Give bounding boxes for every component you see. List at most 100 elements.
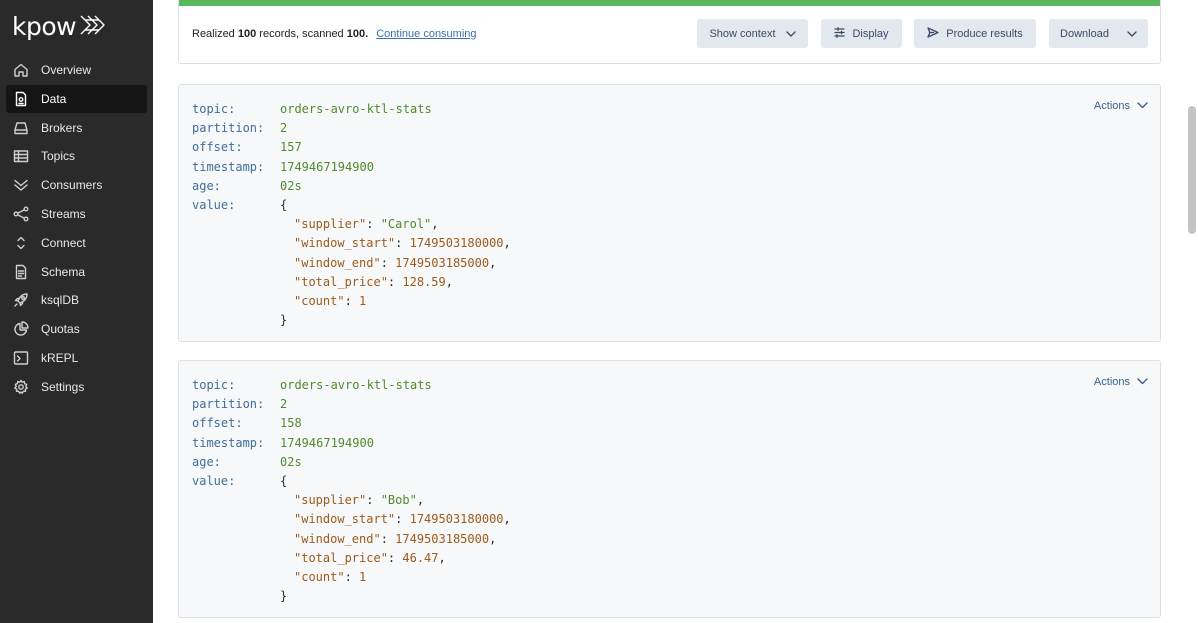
sidebar-item-schema[interactable]: Schema [6,258,147,286]
sidebar-item-label: Brokers [41,120,83,135]
topic-value: orders-avro-ktl-stats [280,378,432,392]
sidebar-item-connect[interactable]: Connect [6,229,147,257]
json-separator: , [438,550,446,565]
record-fields: topic: orders-avro-ktl-stats partition: 2 … [192,376,511,606]
chevron-down-icon [1127,28,1137,40]
json-value: 1 [359,293,367,308]
document-icon [13,91,29,107]
json-separator: , [503,512,511,527]
scanned-count: 100 [346,28,366,40]
sidebar-item-consumers[interactable]: Consumers [6,171,147,199]
record-card: Actions topic: orders-avro-ktl-stats part… [178,84,1161,342]
sidebar-item-krepl[interactable]: kREPL [6,344,147,372]
sidebar-item-ksqldb[interactable]: ksqlDB [6,286,147,314]
json-key: "window_end" [294,255,381,270]
age-row: age: 02s [192,177,511,196]
download-button[interactable]: Download [1049,19,1148,48]
show-context-button[interactable]: Show context [697,19,808,48]
json-key: "window_end" [294,531,381,546]
field-key-value: value: [192,197,236,212]
main-content: Realized 100 records, scanned 100. Conti… [153,0,1186,623]
home-icon [13,62,29,78]
pie-chart-icon [13,321,29,337]
sidebar-item-label: Topics [41,149,76,164]
download-label: Download [1060,27,1109,40]
offset-row: offset: 157 [192,138,511,157]
json-line: "supplier": "Bob", [192,491,511,510]
gear-icon [13,379,29,395]
status-suffix: . [365,28,369,40]
sidebar-item-topics[interactable]: Topics [6,142,147,170]
json-colon: : [380,531,396,546]
json-separator: , [445,274,453,289]
produce-results-button[interactable]: Produce results [914,19,1036,48]
results-status-bar: Realized 100 records, scanned 100. Conti… [178,0,1161,64]
record-fields: topic: orders-avro-ktl-stats partition: 2 … [192,100,511,330]
sidebar-item-label: Data [41,91,67,106]
sidebar-item-label: ksqlDB [41,293,80,308]
json-value: "Carol" [380,217,432,232]
topic-row: topic: orders-avro-ktl-stats [192,376,511,395]
json-colon: : [387,274,403,289]
json-open-brace: { [280,473,288,488]
display-button[interactable]: Display [821,19,902,48]
field-key-offset: offset: [192,416,243,431]
logo-text: kpow [12,11,77,41]
progress-bar [179,0,1160,6]
vertical-scrollbar[interactable] [1186,0,1198,623]
json-close-brace: } [280,589,288,604]
continue-consuming-link[interactable]: Continue consuming [376,28,476,40]
field-key-partition: partition: [192,397,265,412]
timestamp-value: 1749467194900 [280,435,374,450]
record-actions-button[interactable]: Actions [1094,100,1148,112]
record-actions-button[interactable]: Actions [1094,376,1148,388]
json-key: "window_start" [294,236,396,251]
partition-value: 2 [280,121,288,136]
sidebar-item-data[interactable]: Data [6,84,147,113]
sidebar-item-brokers[interactable]: Brokers [6,114,147,142]
record-card: Actions topic: orders-avro-ktl-stats part… [178,360,1161,618]
json-colon: : [395,512,410,527]
field-key-value: value: [192,473,236,488]
field-key-offset: offset: [192,140,243,155]
age-value: 02s [280,178,302,193]
value-row: value: { [192,196,511,215]
json-colon: : [380,255,396,270]
json-line: "total_price": 46.47, [192,549,511,568]
produce-results-label: Produce results [946,27,1023,40]
sidebar-nav: Overview Data Brokers Topics Consumers S… [6,56,147,402]
json-line: "window_end": 1749503185000, [192,254,511,273]
json-line: "window_start": 1749503180000, [192,510,511,529]
json-line: "count": 1 [192,568,511,587]
age-row: age: 02s [192,453,511,472]
actions-label: Actions [1093,376,1130,388]
partition-row: partition: 2 [192,119,511,138]
kpow-logo[interactable]: kpow [12,10,105,42]
json-key: "supplier" [294,217,367,232]
sidebar-item-label: Quotas [41,322,80,337]
sidebar-item-label: Consumers [41,178,103,193]
logo-mark-icon [79,14,105,41]
json-line: "window_end": 1749503185000, [192,530,511,549]
sidebar-item-quotas[interactable]: Quotas [6,315,147,343]
offset-value: 157 [280,140,302,155]
sidebar-item-overview[interactable]: Overview [6,56,147,84]
share-icon [13,206,29,222]
partition-value: 2 [280,397,288,412]
json-value: 1749503185000 [395,531,490,546]
scrollbar-thumb[interactable] [1188,106,1196,234]
json-colon: : [344,293,360,308]
json-value: 1749503180000 [409,512,504,527]
json-key: "total_price" [294,274,388,289]
sidebar-item-streams[interactable]: Streams [6,200,147,228]
chevron-down-icon [785,28,796,40]
sidebar-item-label: Settings [41,379,85,394]
json-line: "count": 1 [192,292,511,311]
actions-label: Actions [1093,100,1130,112]
field-key-partition: partition: [192,121,265,136]
json-line: "total_price": 128.59, [192,273,511,292]
json-key: "total_price" [294,550,388,565]
json-colon: : [344,569,360,584]
json-key: "supplier" [294,493,367,508]
sidebar-item-settings[interactable]: Settings [6,373,147,401]
